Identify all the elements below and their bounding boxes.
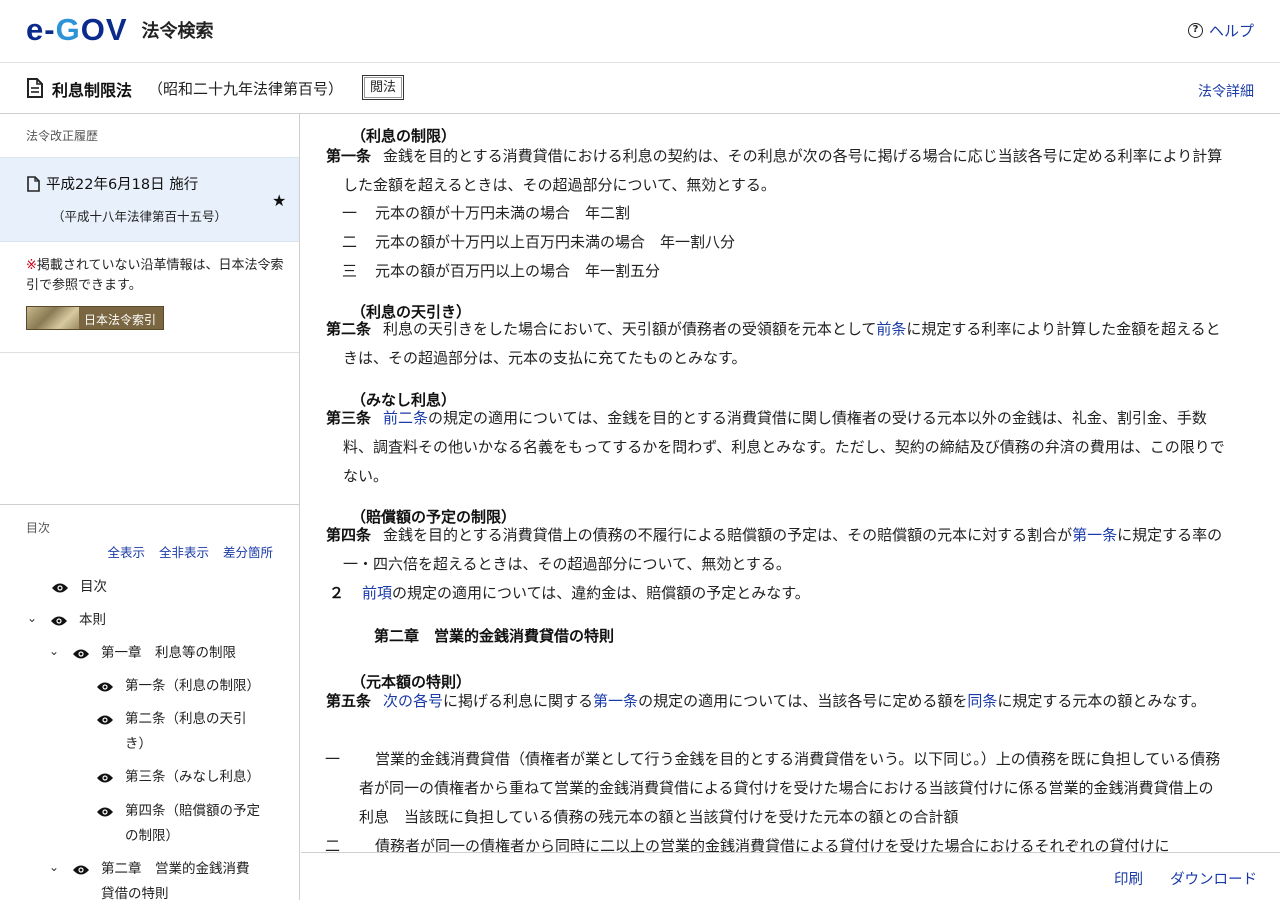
- article-3: 第三条 前二条の規定の適用については、金銭を目的とする消費貸借に関し債権者の受ける…: [326, 409, 1225, 485]
- law-type-badge: 閲法: [362, 75, 405, 100]
- item-1: 一元本の額が十万円未満の場合 年二割: [342, 204, 631, 222]
- toc-item-article2[interactable]: 第二条（利息の天引き）: [96, 707, 257, 757]
- article-4-paragraph-2: ２ 前項の規定の適用については、違約金は、賠償額の予定とみなす。: [329, 584, 810, 602]
- law-detail-link[interactable]: 法令詳細: [1198, 81, 1254, 101]
- toc-item-article3[interactable]: 第三条（みなし利息）: [96, 765, 275, 790]
- item-1: 一営業的金銭消費貸借（債権者が業として行う金銭を目的とする消費貸借をいう。以下同…: [325, 750, 1221, 826]
- toc-item-mokuji[interactable]: 目次: [51, 575, 230, 600]
- books-image: [27, 307, 79, 329]
- japan-law-index-banner[interactable]: 日本法令索引: [26, 306, 164, 330]
- item-3: 三元本の額が百万円以上の場合 年一割五分: [342, 262, 661, 280]
- toc-actions: 全表示 全非表示 差分箇所: [107, 542, 273, 561]
- chevron-down-icon[interactable]: ⌄: [48, 641, 60, 661]
- article-1: 第一条 金銭を目的とする消費貸借における利息の契約は、その利息が次の各号に掲げる場…: [326, 147, 1223, 194]
- chevron-down-icon[interactable]: ⌄: [26, 608, 38, 628]
- question-circle-icon: ?: [1187, 23, 1203, 38]
- ref-link[interactable]: 前項: [362, 584, 392, 602]
- law-number: （昭和二十九年法律第百号）: [148, 80, 344, 98]
- sidebar: 法令改正履歴 平成22年6月18日 施行 （平成十八年法律第百十五号） ★ ※掲…: [0, 114, 300, 900]
- toc-item-article4[interactable]: 第四条（賠償額の予定の制限）: [96, 799, 273, 849]
- ref-link[interactable]: 次の各号: [383, 692, 443, 710]
- eye-icon[interactable]: [72, 648, 90, 660]
- site-name: 法令検索: [141, 21, 214, 42]
- law-title-bar: 利息制限法 （昭和二十九年法律第百号） 閲法 法令詳細: [0, 62, 1280, 114]
- help-label: ヘルプ: [1208, 22, 1254, 40]
- ref-link[interactable]: 第一条: [1072, 526, 1117, 544]
- chapter-heading: 第二章 営業的金銭消費貸借の特則: [374, 627, 615, 645]
- toc-item-chapter2[interactable]: ⌄ 第二章 営業的金銭消費貸借の特則: [48, 857, 261, 900]
- toc-diff[interactable]: 差分箇所: [223, 542, 273, 561]
- eye-icon[interactable]: [72, 864, 90, 876]
- item-2: 二元本の額が十万円以上百万円未満の場合 年一割八分: [342, 233, 736, 251]
- download-link[interactable]: ダウンロード: [1170, 868, 1257, 889]
- revision-law-number: （平成十八年法律第百十五号）: [52, 209, 228, 224]
- document-icon: [27, 78, 43, 98]
- article-number: 第一条: [326, 147, 372, 165]
- eye-icon[interactable]: [96, 681, 114, 693]
- ref-link[interactable]: 第一条: [593, 692, 638, 710]
- content-footer: 印刷 ダウンロード: [301, 852, 1280, 900]
- eye-icon[interactable]: [96, 714, 114, 726]
- toc-item-honsoku[interactable]: ⌄ 本則: [26, 608, 229, 633]
- eye-icon[interactable]: [96, 806, 114, 818]
- revision-date: 平成22年6月18日 施行: [46, 177, 199, 193]
- eye-icon[interactable]: [51, 582, 69, 594]
- eye-icon[interactable]: [96, 772, 114, 784]
- law-title: 利息制限法: [52, 81, 133, 100]
- toc-item-article1[interactable]: 第一条（利息の制限）: [96, 674, 275, 699]
- item-2: 二債務者が同一の債権者から同時に二以上の営業的金銭消費貸借による貸付けを受けた場…: [325, 837, 1170, 852]
- article-5: 第五条 次の各号に掲げる利息に関する第一条の規定の適用については、当該各号に定める…: [326, 692, 1206, 710]
- law-content: （利息の制限） 第一条 金銭を目的とする消費貸借における利息の契約は、その利息が次…: [301, 114, 1280, 852]
- document-icon: [27, 176, 40, 192]
- index-banner-label: 日本法令索引: [84, 313, 157, 327]
- print-link[interactable]: 印刷: [1114, 868, 1143, 889]
- egov-logo[interactable]: e-GOV 法令検索: [26, 14, 214, 46]
- divider: [0, 352, 299, 353]
- ref-link[interactable]: 前条: [876, 320, 906, 338]
- article-4: 第四条 金銭を目的とする消費貸借上の債務の不履行による賠償額の予定は、その賠償額の…: [326, 526, 1223, 573]
- ref-link[interactable]: 前二条: [383, 409, 428, 427]
- article-2: 第二条 利息の天引きをした場合において、天引額が債務者の受領額を元本として前条に規…: [326, 320, 1221, 367]
- top-header: e-GOV 法令検索 ? ヘルプ: [0, 0, 1280, 62]
- chevron-down-icon[interactable]: ⌄: [48, 857, 60, 877]
- toc-item-chapter1[interactable]: ⌄ 第一章 利息等の制限: [48, 641, 251, 666]
- eye-icon[interactable]: [50, 615, 68, 627]
- toc-show-all[interactable]: 全表示: [107, 542, 145, 561]
- history-note: ※掲載されていない沿革情報は、日本法令索引で参照できます。: [26, 258, 284, 293]
- revision-card[interactable]: 平成22年6月18日 施行 （平成十八年法律第百十五号） ★: [0, 157, 299, 242]
- toc-heading: 目次: [26, 521, 51, 535]
- star-icon: ★: [272, 191, 287, 210]
- ref-link[interactable]: 同条: [967, 692, 997, 710]
- toc-hide-all[interactable]: 全非表示: [159, 542, 209, 561]
- divider: [0, 504, 299, 505]
- help-link[interactable]: ? ヘルプ: [1187, 20, 1254, 41]
- revision-history-heading: 法令改正履歴: [26, 129, 99, 143]
- logo-mark: e-GOV: [26, 12, 128, 47]
